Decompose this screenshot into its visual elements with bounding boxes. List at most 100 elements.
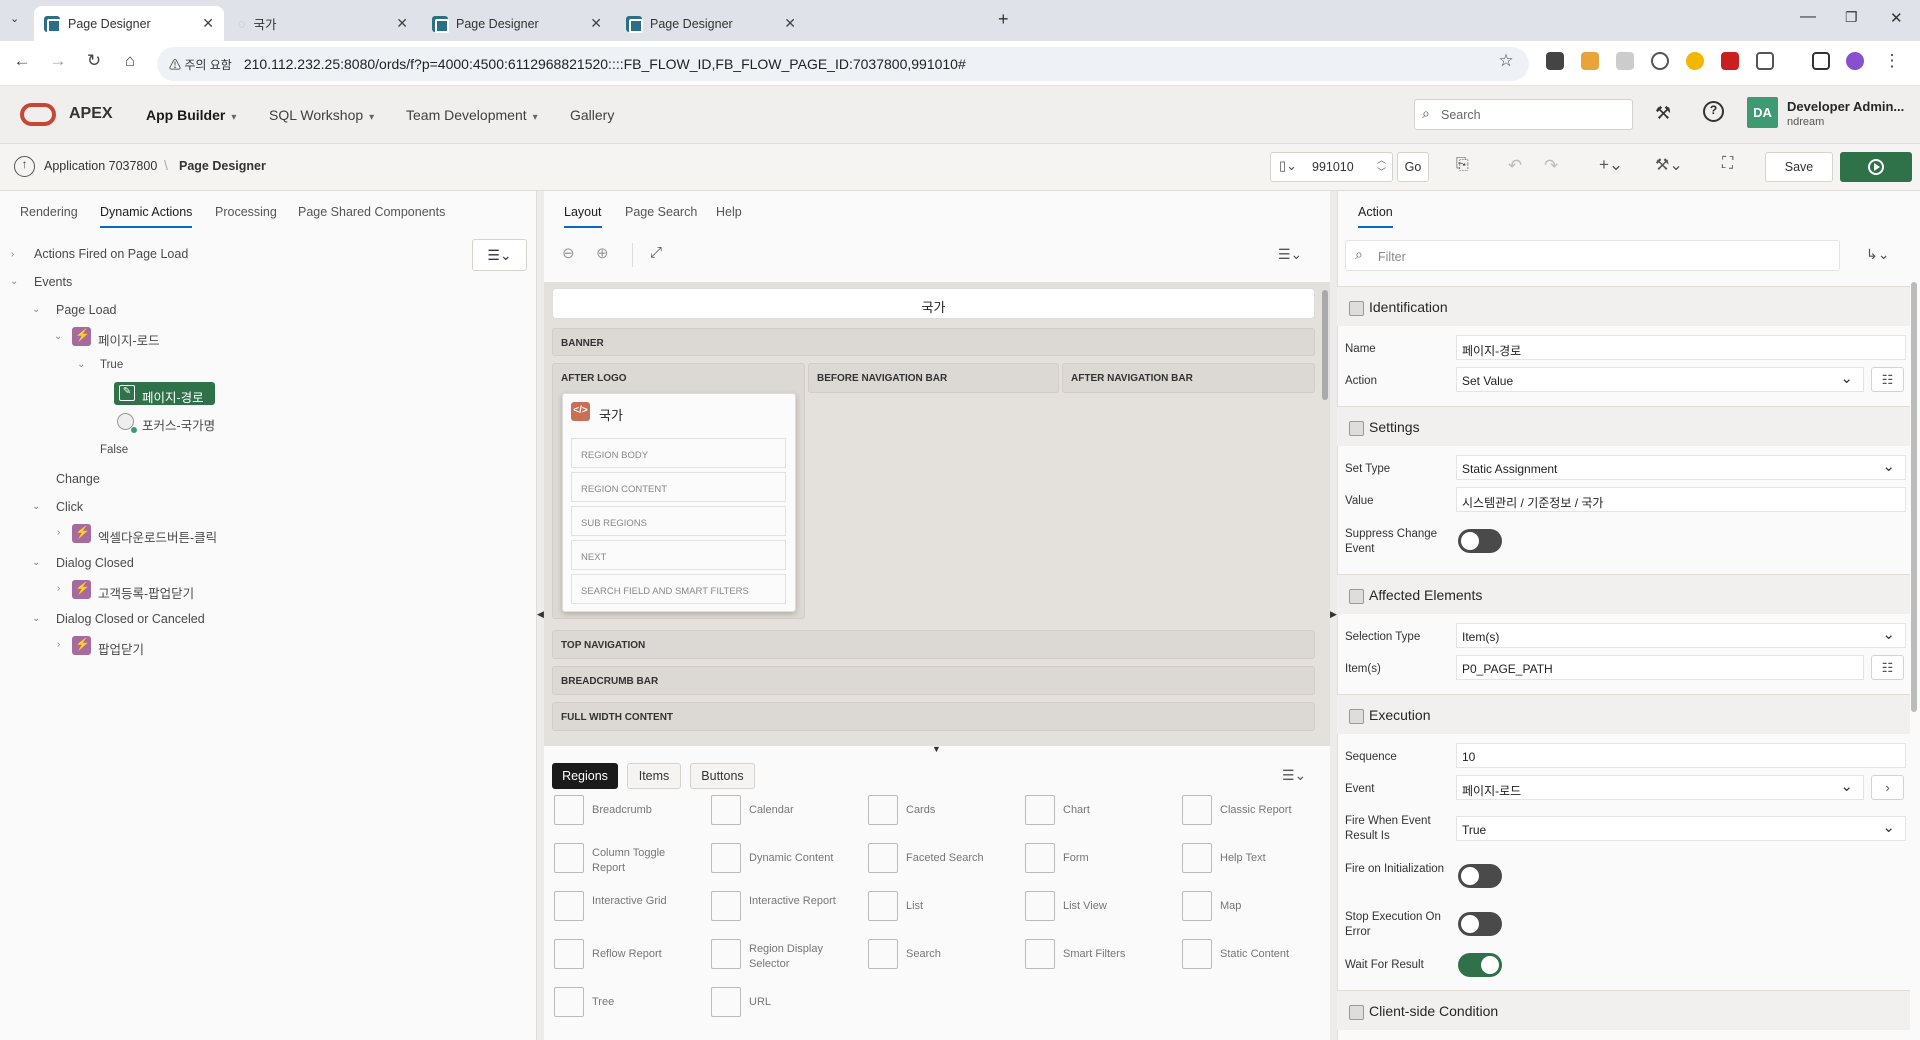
tab-list-icon[interactable]: ⌄ [10,12,19,25]
tree-da-popup[interactable]: 팝업닫기 [98,639,144,658]
tree-action-selected[interactable]: ✎ 페이지-경로 [114,382,215,405]
extension-refresh-icon[interactable] [1651,52,1669,70]
tree-events[interactable]: Events [34,275,72,289]
save-button[interactable]: Save [1765,152,1833,182]
gallery-item[interactable]: Chart [1063,803,1163,818]
expand-icon[interactable]: ⤢ [650,244,662,261]
gallery-item[interactable]: Calendar [749,803,849,818]
tree-da-page-load[interactable]: 페이지-로드 [98,330,160,349]
tree-click[interactable]: Click [56,500,83,514]
position-banner[interactable]: BANNER [552,328,1315,356]
redo-icon[interactable]: ↷ [1544,156,1558,176]
selection-type-select[interactable]: Item(s) [1456,623,1906,648]
chevron-down-icon[interactable]: ⌄ [32,557,40,568]
browser-tab-1[interactable]: Page Designer ✕ [34,6,224,41]
home-icon[interactable]: ⌂ [120,51,140,71]
extension-a-icon[interactable] [1616,52,1634,70]
gallery-item[interactable]: Column Toggle Report [592,846,692,876]
breadcrumb-application[interactable]: Application 7037800 [44,159,157,173]
gallery-item[interactable]: Map [1220,899,1320,914]
close-tab-icon[interactable]: ✕ [784,15,796,32]
minimize-icon[interactable]: — [1800,8,1816,26]
collapse-left-icon[interactable]: ◀ [537,609,544,620]
new-tab-icon[interactable]: + [998,9,1009,30]
gallery-tab-regions[interactable]: Regions [552,763,618,789]
go-button[interactable]: Go [1397,152,1429,182]
position-top-navigation[interactable]: TOP NAVIGATION [552,630,1315,659]
oracle-logo-icon[interactable] [20,103,56,126]
close-tab-icon[interactable]: ✕ [202,15,214,32]
tree-change[interactable]: Change [56,472,100,486]
menu-sql-workshop[interactable]: SQL Workshop ▾ [269,107,374,123]
utilities-menu-icon[interactable]: ⚒⌄ [1655,155,1683,175]
collapse-right-icon[interactable]: ▶ [1330,609,1337,620]
bookmark-star-icon[interactable]: ☆ [1496,51,1516,71]
security-warning[interactable]: ⚠ 주의 요함 [169,56,232,73]
sub-sub-regions[interactable]: SUB REGIONS [571,506,786,536]
sequence-field[interactable]: 10 [1456,743,1906,768]
gallery-item[interactable]: Form [1063,851,1163,866]
restore-icon[interactable]: ❐ [1845,9,1858,26]
gallery-item[interactable]: Tree [592,995,692,1010]
canvas-scrollbar[interactable] [1322,290,1328,400]
tab-layout[interactable]: Layout [564,205,602,228]
page-title-bar[interactable]: 국가 [552,288,1315,319]
value-field[interactable]: 시스템관리 / 기준정보 / 국가 [1456,487,1906,512]
gallery-item[interactable]: Help Text [1220,851,1320,866]
gallery-item[interactable]: Dynamic Content [749,851,849,866]
sub-search-field[interactable]: SEARCH FIELD AND SMART FILTERS [571,574,786,604]
section-identification[interactable]: Identification [1337,286,1910,326]
action-list-button[interactable]: ☷ [1871,367,1904,392]
reload-icon[interactable]: ↻ [84,51,104,71]
chevron-down-icon[interactable]: ⌄ [32,304,40,315]
help-icon[interactable]: ? [1703,101,1724,122]
gallery-item[interactable]: Breadcrumb [592,803,692,818]
tab-action[interactable]: Action [1358,205,1393,228]
gallery-item[interactable]: List View [1063,899,1163,914]
tab-page-shared-components[interactable]: Page Shared Components [298,205,445,219]
extension-coin-icon[interactable] [1686,52,1704,70]
gallery-menu-icon[interactable]: ☰⌄ [1282,767,1306,784]
tab-processing[interactable]: Processing [215,205,277,219]
browser-tab-2[interactable]: ◌ 국가 ✕ [228,6,418,41]
wait-for-result-toggle[interactable] [1458,953,1502,977]
chevron-down-icon[interactable]: ⌄ [32,613,40,624]
sub-region-content[interactable]: REGION CONTENT [571,472,786,502]
page-number-field[interactable]: ▯⌄ 991010 ︿ ﹀ [1270,152,1393,182]
user-avatar[interactable]: DA [1747,97,1778,128]
chevron-right-icon[interactable]: › [11,249,14,260]
forward-icon[interactable]: → [48,51,68,71]
property-scrollbar[interactable] [1911,282,1917,712]
section-client-condition[interactable]: Client-side Condition [1337,990,1910,1030]
menu-app-builder[interactable]: App Builder ▾ [146,107,236,123]
gallery-item[interactable]: Search [906,947,1006,962]
spinner-icon[interactable]: ︿ ﹀ [1377,154,1386,178]
close-tab-icon[interactable]: ✕ [396,15,408,32]
event-select[interactable]: 페이지-로드 [1456,775,1864,800]
filter-input[interactable]: ⌕ Filter [1345,240,1840,271]
fire-on-init-toggle[interactable] [1458,864,1502,888]
create-menu-icon[interactable]: +⌄ [1599,155,1623,175]
items-list-button[interactable]: ☷ [1871,655,1904,680]
pdf-extension-icon[interactable] [1721,52,1739,70]
gallery-item[interactable]: Classic Report [1220,803,1320,818]
zoom-out-icon[interactable]: ⊖ [562,244,575,262]
gallery-item[interactable]: Smart Filters [1063,947,1163,962]
position-after-nav[interactable]: AFTER NAVIGATION BAR [1062,363,1315,393]
section-affected-elements[interactable]: Affected Elements [1337,574,1910,614]
undo-icon[interactable]: ↶ [1508,156,1522,176]
back-icon[interactable]: ← [12,51,32,71]
position-breadcrumb-bar[interactable]: BREADCRUMB BAR [552,666,1315,695]
gallery-item[interactable]: URL [749,995,849,1010]
lock-page-icon[interactable]: ⎘ [1456,156,1469,174]
tab-rendering[interactable]: Rendering [20,205,78,219]
shared-components-icon[interactable]: ⛶ [1722,155,1733,173]
tree-menu-button[interactable]: ☰⌄ [472,239,527,271]
chevron-down-icon[interactable]: ⌄ [77,359,85,370]
tree-true-branch[interactable]: True [100,359,123,371]
name-field[interactable]: 페이지-경로 [1456,335,1906,360]
close-window-icon[interactable]: ✕ [1890,9,1903,27]
tree-page-load[interactable]: Page Load [56,303,116,317]
section-execution[interactable]: Execution [1337,694,1910,734]
splitter-handle-icon[interactable]: ▼ [932,744,941,754]
